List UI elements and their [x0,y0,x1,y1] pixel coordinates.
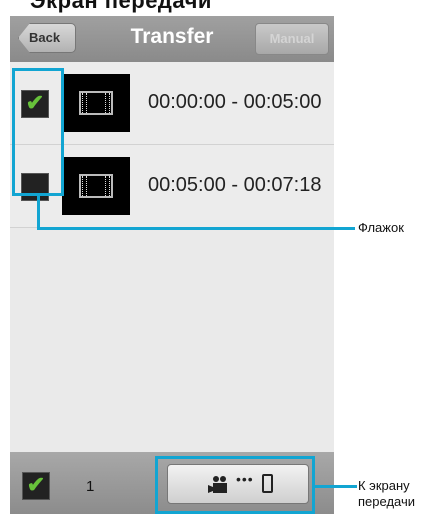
film-icon [79,91,113,115]
transfer-callout-box [155,456,315,514]
transfer-label-line2: передачи [358,494,416,509]
page-heading: Экран передачи [30,0,212,13]
transfer-callout-line [315,485,357,488]
manual-button[interactable]: Manual [255,23,329,55]
checkbox-callout-box [12,68,64,196]
time-range: 00:05:00 - 00:07:18 [148,174,322,196]
film-icon [79,174,113,198]
video-thumbnail [62,74,130,132]
select-all-checkbox[interactable]: ✔ [22,472,50,500]
selected-count: 1 [86,478,95,495]
checkbox-callout-line [37,227,355,230]
transfer-label-line1: К экрану [358,478,410,493]
checkbox-label: Флажок [358,220,404,235]
header-bar: Back Transfer Manual [10,16,334,63]
time-range: 00:00:00 - 00:05:00 [148,91,322,113]
checkbox-callout-line [37,196,40,230]
video-thumbnail [62,157,130,215]
